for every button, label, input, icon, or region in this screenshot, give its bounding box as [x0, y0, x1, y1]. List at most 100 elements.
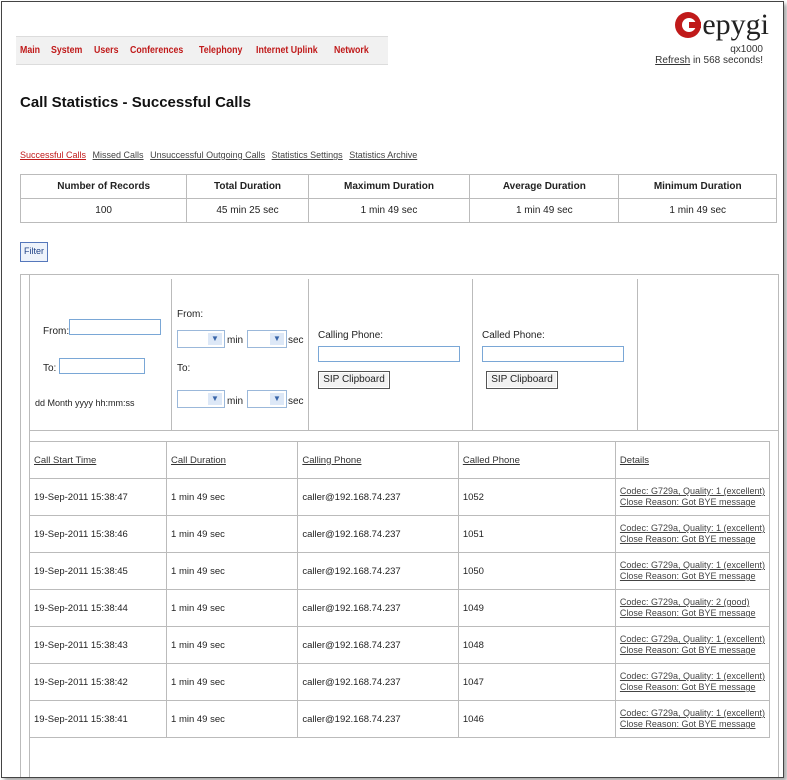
calling-phone: caller@192.168.74.237 — [297, 626, 459, 664]
summary-header: Number of Records — [19, 174, 188, 199]
nav-network[interactable]: Network — [334, 45, 369, 56]
call-start-time: 19-Sep-2011 15:38:43 — [28, 626, 168, 664]
date-range-filter: From: To: dd Month yyyy hh:mm:ss — [29, 279, 172, 430]
nav-internet-uplink[interactable]: Internet Uplink — [256, 45, 318, 56]
summary-header: Maximum Duration — [307, 174, 471, 199]
codec-link[interactable]: Codec: G729a, Quality: 2 (good) — [620, 597, 765, 608]
col-details[interactable]: Details — [614, 441, 771, 479]
col-call-duration[interactable]: Call Duration — [166, 441, 299, 479]
subtabs: Successful Calls Missed Calls Unsuccessf… — [20, 150, 421, 160]
table-row: 19-Sep-2011 15:38:42 1 min 49 sec caller… — [28, 663, 771, 701]
called-phone: 1048 — [457, 626, 616, 664]
calling-phone: caller@192.168.74.237 — [297, 478, 459, 516]
tab-statistics-settings[interactable]: Statistics Settings — [272, 150, 343, 160]
page-title: Call Statistics - Successful Calls — [20, 94, 251, 111]
call-duration: 1 min 49 sec — [166, 700, 299, 738]
duration-to-label: To: — [177, 363, 191, 374]
refresh-countdown: in 568 seconds! — [690, 55, 763, 66]
minimum-duration: 1 min 49 sec — [618, 198, 777, 223]
refresh-link[interactable]: Refresh — [655, 55, 690, 66]
tab-missed-calls[interactable]: Missed Calls — [93, 150, 144, 160]
calling-phone-label: Calling Phone: — [318, 330, 384, 341]
nav-users[interactable]: Users — [94, 45, 118, 56]
filter-button[interactable]: Filter — [20, 242, 48, 262]
call-duration: 1 min 49 sec — [166, 589, 299, 627]
filter-divider — [29, 430, 778, 431]
summary-header: Average Duration — [469, 174, 620, 199]
calling-phone: caller@192.168.74.237 — [297, 515, 459, 553]
sort-calling-phone[interactable]: Calling Phone — [302, 455, 361, 466]
filter-panel: From: To: dd Month yyyy hh:mm:ss From: ▼… — [20, 274, 779, 777]
date-format-hint: dd Month yyyy hh:mm:ss — [35, 398, 135, 408]
duration-to-min-select[interactable]: ▼ — [177, 390, 225, 408]
duration-from-label: From: — [177, 309, 204, 320]
summary-header: Minimum Duration — [618, 174, 777, 199]
col-calling-phone[interactable]: Calling Phone — [297, 441, 459, 479]
logo-mark-icon — [675, 12, 702, 38]
date-from-input[interactable] — [69, 319, 161, 335]
duration-filter: From: ▼ min ▼ sec To: ▼ min ▼ sec — [171, 279, 309, 430]
called-phone-input[interactable] — [482, 346, 624, 362]
call-details: Codec: G729a, Quality: 1 (excellent) Clos… — [614, 626, 771, 664]
logo-text: epygi — [702, 8, 769, 41]
nav-conferences[interactable]: Conferences — [130, 45, 183, 56]
call-duration: 1 min 49 sec — [166, 663, 299, 701]
codec-link[interactable]: Codec: G729a, Quality: 1 (excellent) — [620, 708, 765, 719]
called-sip-clipboard-button[interactable]: SIP Clipboard — [486, 371, 558, 389]
duration-from-sec-select[interactable]: ▼ — [247, 330, 287, 348]
sort-details[interactable]: Details — [620, 455, 649, 466]
nav-telephony[interactable]: Telephony — [199, 45, 242, 56]
duration-to-sec-select[interactable]: ▼ — [247, 390, 287, 408]
tab-unsuccessful-outgoing-calls[interactable]: Unsuccessful Outgoing Calls — [150, 150, 265, 160]
called-phone: 1046 — [457, 700, 616, 738]
calling-phone-input[interactable] — [318, 346, 460, 362]
close-reason-link[interactable]: Close Reason: Got BYE message — [620, 497, 765, 508]
nav-main[interactable]: Main — [20, 45, 40, 56]
col-call-start-time[interactable]: Call Start Time — [28, 441, 168, 479]
codec-link[interactable]: Codec: G729a, Quality: 1 (excellent) — [620, 523, 765, 534]
sort-call-start-time[interactable]: Call Start Time — [34, 455, 96, 466]
close-reason-link[interactable]: Close Reason: Got BYE message — [620, 608, 765, 619]
called-phone: 1050 — [457, 552, 616, 590]
duration-from-min-select[interactable]: ▼ — [177, 330, 225, 348]
called-phone-filter: Called Phone: SIP Clipboard — [472, 279, 638, 430]
codec-link[interactable]: Codec: G729a, Quality: 1 (excellent) — [620, 560, 765, 571]
date-to-input[interactable] — [59, 358, 145, 374]
codec-link[interactable]: Codec: G729a, Quality: 1 (excellent) — [620, 486, 765, 497]
close-reason-link[interactable]: Close Reason: Got BYE message — [620, 719, 765, 730]
called-phone-label: Called Phone: — [482, 330, 545, 341]
table-row: 19-Sep-2011 15:38:43 1 min 49 sec caller… — [28, 626, 771, 664]
table-row: 19-Sep-2011 15:38:46 1 min 49 sec caller… — [28, 515, 771, 553]
call-start-time: 19-Sep-2011 15:38:44 — [28, 589, 168, 627]
call-details: Codec: G729a, Quality: 1 (excellent) Clos… — [614, 663, 771, 701]
calling-phone-filter: Calling Phone: SIP Clipboard — [308, 279, 473, 430]
min-label: min — [227, 335, 244, 346]
chevron-down-icon: ▼ — [208, 333, 222, 345]
chevron-down-icon: ▼ — [270, 393, 284, 405]
codec-link[interactable]: Codec: G729a, Quality: 1 (excellent) — [620, 634, 765, 645]
call-details: Codec: G729a, Quality: 1 (excellent) Clos… — [614, 700, 771, 738]
date-from-label: From: — [43, 326, 70, 337]
tab-successful-calls[interactable]: Successful Calls — [20, 150, 86, 160]
date-to-label: To: — [43, 363, 57, 374]
col-called-phone[interactable]: Called Phone — [457, 441, 616, 479]
nav-system[interactable]: System — [51, 45, 82, 56]
close-reason-link[interactable]: Close Reason: Got BYE message — [620, 534, 765, 545]
codec-link[interactable]: Codec: G729a, Quality: 1 (excellent) — [620, 671, 765, 682]
calling-phone: caller@192.168.74.237 — [297, 700, 459, 738]
close-reason-link[interactable]: Close Reason: Got BYE message — [620, 682, 765, 693]
min-label: min — [227, 396, 244, 407]
tab-statistics-archive[interactable]: Statistics Archive — [349, 150, 417, 160]
sort-call-duration[interactable]: Call Duration — [171, 455, 226, 466]
summary-table: Number of Records Total Duration Maximum… — [19, 174, 777, 223]
called-phone: 1052 — [457, 478, 616, 516]
chevron-down-icon: ▼ — [270, 333, 284, 345]
sort-called-phone[interactable]: Called Phone — [463, 455, 520, 466]
close-reason-link[interactable]: Close Reason: Got BYE message — [620, 645, 765, 656]
close-reason-link[interactable]: Close Reason: Got BYE message — [620, 571, 765, 582]
chevron-down-icon: ▼ — [208, 393, 222, 405]
calling-phone: caller@192.168.74.237 — [297, 589, 459, 627]
calling-sip-clipboard-button[interactable]: SIP Clipboard — [318, 371, 390, 389]
call-duration: 1 min 49 sec — [166, 478, 299, 516]
table-row: 19-Sep-2011 15:38:44 1 min 49 sec caller… — [28, 589, 771, 627]
